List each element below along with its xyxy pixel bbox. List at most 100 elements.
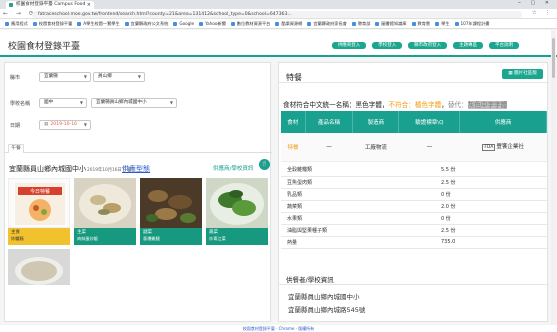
dish-caption: 主菜 肉絲蛋炒飯 [74,228,136,245]
food-icon[interactable]: 🍴 [259,159,270,170]
bookmark-item[interactable]: A學生校園一覽學生 [77,19,120,28]
bookmark-item[interactable]: 圖書館知識庫 [375,19,407,28]
dish-photo-stirfry [140,178,202,228]
col-header: 供應商 [459,111,547,133]
close-tab-icon[interactable]: × [87,1,91,9]
browser-tabbar: 校園食材登錄平臺 Campus Food × ‒ ▢ ✕ [0,0,557,9]
dish-caption: 蔬菜 炒青江菜 [206,228,268,245]
table-row: 水果類 0 份 [281,212,547,225]
page-title: 校園食材登錄平臺 [8,42,81,52]
top-buttons: 供應商登入 學校登入 縣市政府登入 主題專區 平台說明 [328,41,519,49]
bookmark-item[interactable]: 教育雲 [411,19,430,28]
table-row: 熱量 735.0 [281,236,547,249]
school-login-button[interactable]: 學校登入 [372,42,403,49]
cert-cell: 一 [398,133,460,162]
ingredient-table: 食材 產品名稱 製造商 驗證標章\Q 供應商 特餐 一 工廠物流 一 FDA 豐饗… [281,111,547,162]
dish-photo-menu-board: 今日特餐 [8,178,70,228]
bookmark-item[interactable]: 宜蘭縣政府家長會 [307,19,347,28]
bookmark-item[interactable]: 學生 [435,19,450,28]
bookmark-item[interactable]: 應用程式 [5,19,28,28]
food-cell: 特餐 [281,133,305,162]
dish-card[interactable]: 副菜 蔥爆雞腿 [140,178,202,245]
provider-address: 宜蘭縣員山鄉內城路545號 [288,306,366,314]
bookmark-item[interactable]: 教育部 [351,19,370,28]
dish-card[interactable]: 今日特餐 主食 炸醬麵 [8,178,70,245]
provider-info-link[interactable]: 供應商/學校資訊 [213,164,253,172]
change-view-button[interactable]: ▦ 圖片社區版 [502,69,543,79]
url-field[interactable]: fatraceschool.moe.gov.tw/frontend/search… [32,10,522,18]
district-select[interactable]: 員山鄉 ▼ [93,72,145,82]
bookmark-icon [435,22,440,26]
window-controls[interactable]: ‒ ▢ ✕ [518,0,553,6]
bookmark-icon [77,22,82,26]
col-header: 食材 [281,111,306,133]
col-header: 驗證標章\Q [398,111,461,133]
site-favicon-icon [9,3,13,7]
bookmark-icon [375,22,380,26]
nutrition-table: 全穀雜糧類 5.5 份 豆魚蛋肉類 2.5 份 乳品類 0 份 蔬菜類 2.0 份 水果… [281,164,547,249]
bookmark-item[interactable]: Yahoo新聞 [199,19,226,28]
supplier-login-button[interactable]: 供應商登入 [331,42,367,49]
product-cell: 一 [305,133,353,162]
divider [279,284,549,285]
col-header: 產品名稱 [305,111,354,133]
date-picker[interactable]: ▦ 2019-10-16 ▼ [39,120,91,130]
county-row: 縣市 宜蘭縣 ▼ 員山鄉 ▼ [5,71,272,83]
calendar-icon: ▦ [44,122,49,127]
topic-button[interactable]: 主題專區 [453,42,484,49]
provider-name: 宜蘭縣員山鄉內城國中小 [288,293,360,301]
lunch-school-name: 宜蘭縣員山鄉內城國中小 [9,165,86,173]
bookmark-icon [199,22,204,26]
bookmark-item[interactable]: 校園食材登錄平臺 [32,19,72,28]
school-row: 學校名稱 國中 ▼ 宜蘭縣員山鄉內城國中小 ▼ [5,97,272,109]
bookmark-item[interactable]: 酷樂資源網 [275,19,302,28]
chevron-down-icon: ▼ [83,74,87,79]
menu-board-image: 今日特餐 [15,183,65,225]
county-select[interactable]: 宜蘭縣 ▼ [39,72,91,82]
soup-image [8,249,70,285]
school-label: 學校名稱 [10,101,31,107]
tab-lunch[interactable]: 午餐 [8,144,24,153]
table-row: 油脂與堅果種子類 2.5 份 [281,224,547,237]
table-row: 豆魚蛋肉類 2.5 份 [281,176,547,189]
address-bar: ← → ⟳ fatraceschool.moe.gov.tw/frontend/… [0,9,557,19]
bookmarks-bar: 應用程式 校園食材登錄平臺 A學生校園一覽學生 宜蘭縣政府公文系統 Google Yaho… [0,19,557,29]
chevron-down-icon: ▼ [79,100,83,105]
dish-name: 肉絲蛋炒飯 [77,236,98,241]
date-label: 日期 [10,123,21,129]
scrollbar-thumb[interactable] [552,38,555,78]
greens-image [206,178,268,228]
school-select[interactable]: 宜蘭縣員山鄉內城國中小 ▼ [91,98,177,108]
dish-card[interactable]: 主菜 肉絲蛋炒飯 [74,178,136,245]
dish-card-soup[interactable] [8,249,70,285]
supplier-cell: FDA 豐饗企業社 [459,133,547,162]
dish-name: 炒青江菜 [209,236,226,241]
county-login-button[interactable]: 縣市政府登入 [408,42,448,49]
meal-tabs: 午餐 [5,142,272,153]
bookmark-item[interactable]: 107年課程計畫 [454,19,489,28]
dish-card[interactable]: 蔬菜 炒青江菜 [206,178,268,245]
bookmark-icon [5,22,9,26]
dish-photo-greens [206,178,268,228]
svg-text:今日特餐: 今日特餐 [30,188,50,195]
menu-type-link[interactable]: 供應型態 [122,164,150,174]
bookmark-icon [124,22,129,26]
bookmark-icon [230,22,235,26]
date-row: 日期 ▦ 2019-10-16 ▼ [5,119,272,131]
bookmark-icon [411,22,416,26]
col-header: 製造商 [352,111,400,133]
dish-photo-rice [74,178,136,228]
county-label: 縣市 [10,75,21,81]
page-scrollbar[interactable] [551,30,556,325]
bookmark-item[interactable]: Google [173,19,194,28]
browser-tab[interactable]: 校園食材登錄平臺 Campus Food × [6,1,94,9]
chevron-down-icon: ▼ [83,122,87,127]
bookmark-item[interactable]: 數位教材資源平台 [230,19,270,28]
help-button[interactable]: 平台說明 [489,42,519,49]
table-row: 全穀雜糧類 5.5 份 [281,164,547,177]
table-row: 乳品類 0 份 [281,188,547,201]
bookmark-item[interactable]: 宜蘭縣政府公文系統 [124,19,168,28]
school-type-select[interactable]: 國中 ▼ [39,98,87,108]
star-icon[interactable]: ☆ ⋮ [532,10,553,16]
dish-caption: 主食 炸醬麵 [8,228,70,245]
